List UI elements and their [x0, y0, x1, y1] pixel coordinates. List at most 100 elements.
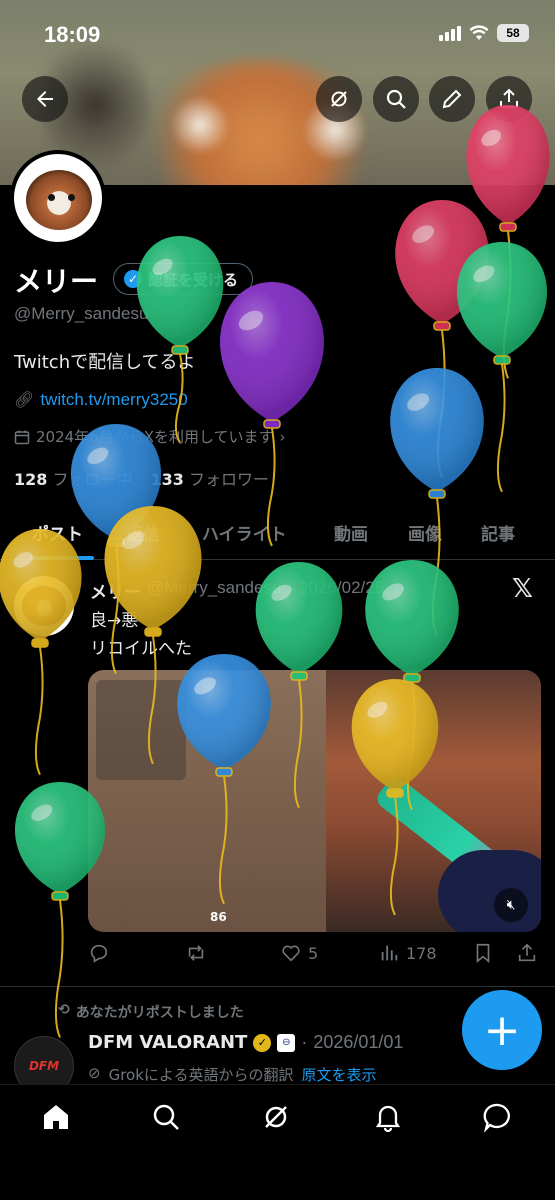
- profile-avatar[interactable]: [10, 150, 106, 246]
- affiliate-badge-icon: ⊖: [277, 1033, 296, 1052]
- share-icon: [518, 943, 536, 962]
- reposted-date: 2026/01/01: [313, 1032, 404, 1052]
- reposted-date-sep: ·: [301, 1032, 308, 1052]
- plus-icon: +: [483, 1004, 521, 1056]
- get-verified-button[interactable]: ✓ 認証を受ける: [113, 263, 254, 295]
- post-item[interactable]: メリー @Merry_sandesu · 2026/02/25 𝕏 良→悪 リコ…: [0, 562, 555, 987]
- avatar-eye-right: [68, 194, 75, 201]
- home-icon: [44, 1105, 68, 1129]
- chevron-right-icon: ›: [279, 427, 286, 446]
- balloon: [456, 242, 548, 493]
- arrow-left-icon: [37, 91, 53, 107]
- profile-link[interactable]: 🔗︎ twitch.tv/merry3250: [14, 390, 188, 410]
- views-button[interactable]: 178: [378, 942, 437, 964]
- active-tab-indicator: [30, 556, 94, 560]
- tab-replies[interactable]: 返信: [126, 520, 160, 545]
- wifi-icon: [469, 25, 489, 40]
- post-text-line-1: 良→悪: [90, 611, 139, 631]
- compose-post-button[interactable]: +: [462, 990, 542, 1070]
- joined-date[interactable]: 2024年6月からXを利用しています ›: [14, 426, 286, 447]
- repost-note: ⟲ あなたがリポストしました: [58, 1002, 244, 1022]
- share-icon: [500, 88, 518, 108]
- post-author-handle: @Merry_sandesu: [147, 578, 282, 597]
- like-count: 5: [308, 943, 319, 963]
- profile-link-text: twitch.tv/merry3250: [40, 390, 188, 409]
- tab-videos[interactable]: 動画: [334, 520, 368, 545]
- follow-stats: 128 フォロー中 133 フォロワー: [14, 466, 269, 490]
- edit-button[interactable]: [429, 76, 475, 122]
- reply-button[interactable]: [88, 942, 110, 964]
- profile-name: メリー: [14, 265, 99, 298]
- heart-icon: [282, 945, 300, 962]
- bookmark-button[interactable]: [472, 942, 494, 964]
- nav-messages[interactable]: [482, 1101, 514, 1133]
- share-post-button[interactable]: [516, 942, 538, 964]
- repost-button[interactable]: [185, 942, 207, 964]
- pencil-icon: [442, 89, 462, 109]
- profile-handle: @Merry_sandesu: [14, 304, 149, 323]
- bookmark-icon: [476, 943, 490, 964]
- grok-small-icon: ⊘: [88, 1064, 101, 1082]
- profile-bio: Twitchで配信してるよ: [14, 352, 196, 373]
- search-icon: [153, 1104, 179, 1130]
- translation-text: Grokによる英語からの翻訳: [108, 1066, 294, 1084]
- banner-photo-ear-left: [170, 95, 230, 155]
- grok-button[interactable]: [316, 76, 362, 122]
- joined-text: 2024年6月からXを利用しています: [36, 428, 274, 446]
- post-avatar[interactable]: [14, 576, 74, 636]
- link-icon: 🔗︎: [14, 392, 35, 409]
- tab-images[interactable]: 画像: [408, 520, 442, 545]
- bell-icon: [375, 1105, 401, 1133]
- post-actions: 5 178: [88, 942, 548, 972]
- video-hand: [438, 850, 541, 932]
- status-time: 18:09: [44, 22, 101, 47]
- translation-row: ⊘ Grokによる英語からの翻訳 原文を表示: [88, 1064, 376, 1085]
- reply-icon: [90, 944, 108, 963]
- search-button[interactable]: [373, 76, 419, 122]
- balloon: [395, 200, 489, 478]
- mute-icon: 🔇︎: [506, 897, 516, 913]
- back-button[interactable]: [22, 76, 68, 122]
- avatar-red-panda: [22, 586, 66, 626]
- repost-note-text: あなたがリポストしました: [75, 1005, 244, 1021]
- tab-posts[interactable]: ポスト: [32, 520, 83, 545]
- minimap: [96, 680, 186, 780]
- profile-tabs: ポスト 返信 ハイライト 動画 画像 記事: [0, 508, 555, 560]
- verified-org-badge-icon: ✓: [253, 1033, 272, 1052]
- search-icon: [386, 89, 406, 109]
- balloon: [220, 282, 324, 547]
- avatar-red-panda: [26, 170, 92, 230]
- grok-icon: [331, 91, 347, 107]
- post-header: メリー @Merry_sandesu · 2026/02/25: [90, 578, 384, 603]
- nav-grok[interactable]: [260, 1101, 292, 1133]
- reposted-author-name[interactable]: DFM VALORANT: [88, 1032, 247, 1053]
- video-left-frame: [88, 670, 326, 932]
- nav-notifications[interactable]: [372, 1101, 404, 1133]
- share-button[interactable]: [486, 76, 532, 122]
- following-count: 128: [14, 470, 48, 489]
- show-original-link[interactable]: 原文を表示: [301, 1064, 376, 1085]
- video-hp: 86: [210, 910, 227, 924]
- mute-button[interactable]: 🔇︎: [494, 888, 528, 922]
- repost-icon: [188, 945, 204, 961]
- followers-count: 133: [150, 470, 184, 489]
- nav-home[interactable]: [40, 1101, 72, 1133]
- x-logo-icon: 𝕏: [512, 574, 533, 604]
- like-button[interactable]: 5: [280, 942, 318, 964]
- battery-icon: 58: [497, 24, 529, 42]
- followers-link[interactable]: 133 フォロワー: [151, 466, 270, 490]
- grok-icon: [265, 1106, 287, 1128]
- reposted-header: DFM VALORANT ✓ ⊖ · 2026/01/01: [88, 1032, 403, 1053]
- following-label: フォロー中: [52, 470, 133, 489]
- post-text-line-2: リコイルへた: [90, 639, 192, 659]
- followers-label: フォロワー: [189, 470, 270, 489]
- avatar-eye-left: [48, 194, 55, 201]
- post-author-name[interactable]: メリー: [90, 578, 141, 603]
- nav-search[interactable]: [150, 1101, 182, 1133]
- tab-articles[interactable]: 記事: [481, 520, 515, 545]
- post-video[interactable]: 86 🔇︎: [88, 670, 541, 932]
- tab-highlights[interactable]: ハイライト: [202, 520, 287, 545]
- views-icon: [381, 945, 398, 961]
- get-verified-label: 認証を受ける: [148, 270, 239, 289]
- following-link[interactable]: 128 フォロー中: [14, 466, 133, 490]
